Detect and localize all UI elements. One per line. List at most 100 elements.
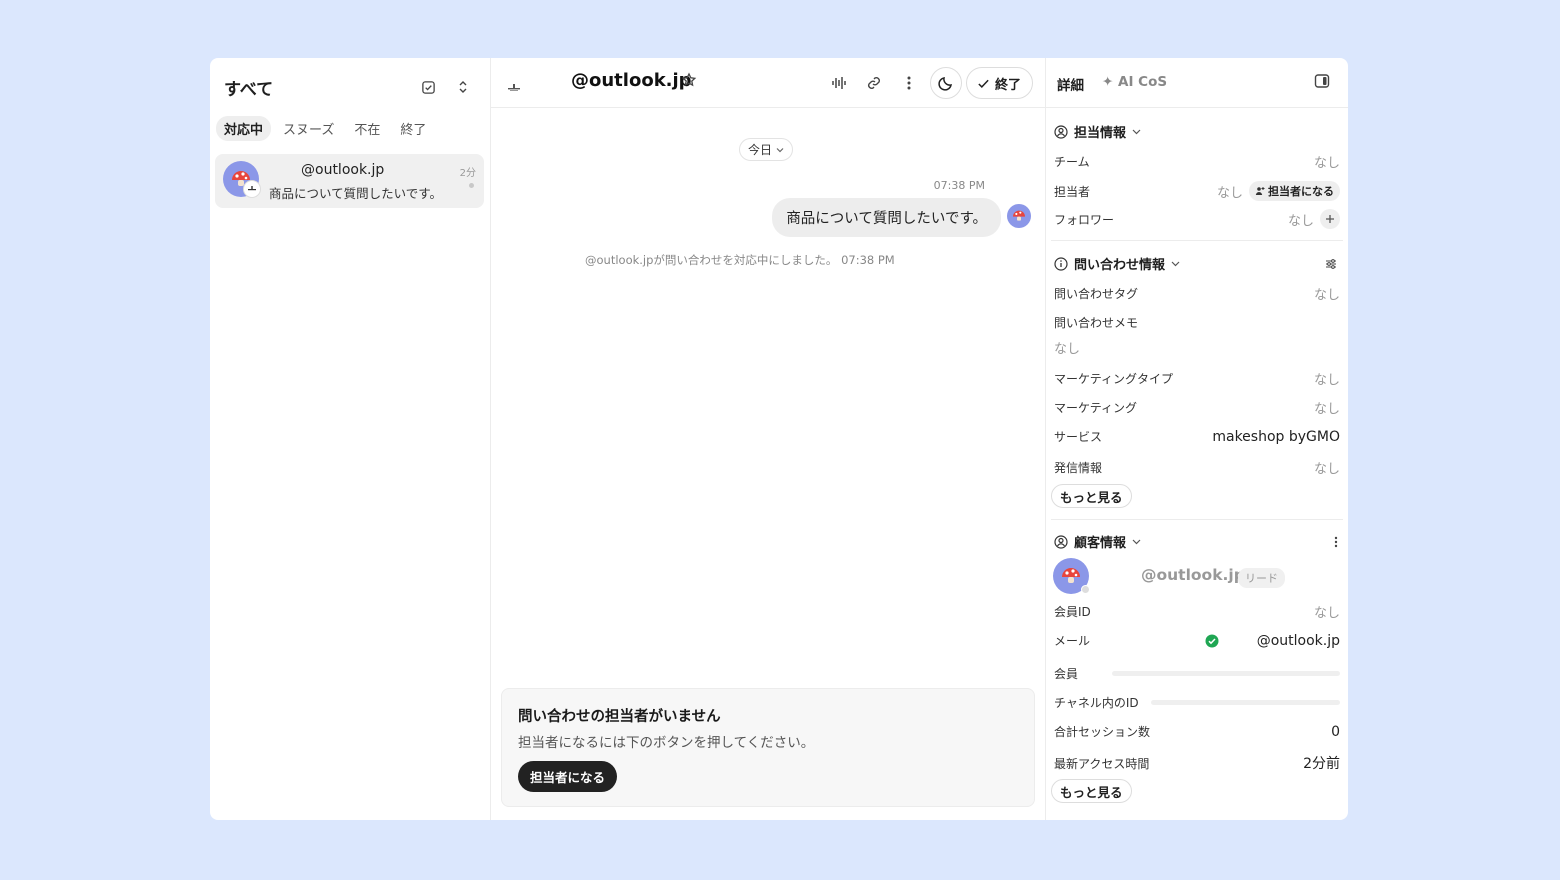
marketing-type-value[interactable]: なし <box>1314 369 1340 388</box>
become-assignee-button[interactable]: 担当者になる <box>518 761 618 792</box>
customer-name: @outlook.jp <box>1141 566 1245 584</box>
message-avatar <box>1007 204 1031 228</box>
email-value[interactable]: @outlook.jp <box>1257 633 1340 649</box>
info-circle-icon <box>1054 256 1068 271</box>
section-divider <box>1051 240 1343 241</box>
user-circle-icon <box>1054 534 1068 549</box>
service-row: サービス makeshop byGMO <box>1054 428 1340 445</box>
voice-wave-icon[interactable] <box>824 68 854 98</box>
follower-value: なし <box>1287 213 1314 229</box>
inquiry-memo-value[interactable]: なし <box>1054 338 1080 357</box>
chevron-down-icon <box>1132 539 1141 544</box>
assignee-row: 担当者 なし 担当者になる <box>1054 181 1340 201</box>
marketing-row: マーケティング なし <box>1054 398 1340 417</box>
conversation-filter-title[interactable]: すべて <box>224 75 406 100</box>
member-id-value[interactable]: なし <box>1314 602 1340 621</box>
no-assignee-notice: 問い合わせの担当者がいません 担当者になるには下のボタンを押してください。 担当… <box>501 688 1035 807</box>
marketing-type-row: マーケティングタイプ なし <box>1054 369 1340 388</box>
email-row: メール @outlook.jp <box>1054 632 1340 649</box>
add-follower-plus-icon[interactable] <box>1320 209 1340 229</box>
mushroom-icon <box>1013 210 1025 221</box>
app-window: すべて 対応中 スヌーズ 不在 終了 @outlook.jp 2分 商品について… <box>210 58 1348 820</box>
conversation-name: @outlook.jp <box>301 162 385 178</box>
user-circle-icon <box>1054 124 1068 139</box>
close-button-label: 終了 <box>994 77 1021 93</box>
sort-chevrons-icon[interactable] <box>450 74 476 100</box>
select-checkbox-icon[interactable] <box>415 74 441 100</box>
last-access-value: 2分前 <box>1303 756 1340 772</box>
check-icon <box>978 79 989 88</box>
close-conversation-button[interactable]: 終了 <box>965 67 1033 99</box>
channel-id-placeholder[interactable] <box>1151 700 1340 705</box>
team-row: チーム なし <box>1054 152 1340 171</box>
chat-header-actions: 終了 <box>819 67 1033 99</box>
side-panel-icon[interactable] <box>1314 73 1330 93</box>
tab-closed[interactable]: 終了 <box>392 116 434 141</box>
section-divider <box>1051 519 1343 520</box>
chat-header: @outlook.jp 終了 <box>491 58 1045 108</box>
channel-badge-icon <box>243 180 261 198</box>
tab-snooze[interactable]: スヌーズ <box>275 116 342 141</box>
conversation-time: 2分 <box>459 168 476 179</box>
lead-badge: リード <box>1238 568 1285 588</box>
conversation-list-panel: すべて 対応中 スヌーズ 不在 終了 @outlook.jp 2分 商品について… <box>210 58 491 820</box>
marketing-value[interactable]: なし <box>1314 398 1340 417</box>
conversation-list-header: すべて <box>210 58 490 116</box>
notice-title: 問い合わせの担当者がいません <box>518 709 721 725</box>
link-icon[interactable] <box>859 68 889 98</box>
more-vertical-icon[interactable] <box>894 68 924 98</box>
tab-details[interactable]: 詳細 <box>1057 74 1084 94</box>
snooze-moon-icon[interactable] <box>929 67 962 99</box>
channel-icon <box>508 77 520 96</box>
inquiry-section-title: 問い合わせ情報 <box>1074 258 1166 273</box>
detail-header: 詳細 ✦ AI CoS <box>1046 58 1348 108</box>
customer-section-title: 顧客情報 <box>1074 536 1127 551</box>
more-vertical-icon <box>1334 536 1338 547</box>
online-status-dot <box>1081 585 1090 594</box>
detail-panel: 詳細 ✦ AI CoS 担当情報 チーム なし 担当者 なし 担当者になる フォ… <box>1046 58 1348 820</box>
assign-section-title: 担当情報 <box>1074 126 1127 141</box>
inquiry-tag-value[interactable]: なし <box>1314 284 1340 303</box>
last-access-row: 最新アクセス時間 2分前 <box>1054 753 1340 773</box>
service-value[interactable]: makeshop byGMO <box>1212 429 1340 445</box>
member-value-placeholder[interactable] <box>1112 671 1340 676</box>
inquiry-section-header[interactable]: 問い合わせ情報 <box>1054 254 1340 273</box>
unread-dot <box>469 183 474 188</box>
star-icon[interactable] <box>681 72 697 92</box>
date-filter-pill[interactable]: 今日 <box>739 138 794 161</box>
team-value[interactable]: なし <box>1314 152 1340 171</box>
user-plus-icon <box>1255 187 1265 195</box>
total-sessions-row: 合計セッション数 0 <box>1054 723 1340 740</box>
chat-title: @outlook.jp <box>571 70 692 91</box>
chevron-down-icon <box>1171 261 1180 266</box>
date-pill-label: 今日 <box>748 143 773 157</box>
follower-row: フォロワー なし <box>1054 209 1340 229</box>
assign-section-header[interactable]: 担当情報 <box>1054 122 1340 141</box>
member-id-row: 会員ID なし <box>1054 602 1340 621</box>
total-sessions-value: 0 <box>1331 723 1340 740</box>
become-assignee-chip[interactable]: 担当者になる <box>1249 181 1340 201</box>
source-value[interactable]: なし <box>1314 458 1340 477</box>
status-tabs: 対応中 スヌーズ 不在 終了 <box>210 115 490 141</box>
conversation-preview: 商品について質問したいです。 <box>269 186 443 201</box>
customer-section-header[interactable]: 顧客情報 <box>1054 532 1340 551</box>
conversation-item[interactable]: @outlook.jp 2分 商品について質問したいです。 <box>215 154 484 208</box>
customer-more-button[interactable]: もっと見る <box>1051 779 1132 803</box>
settings-sliders-icon <box>1326 258 1336 269</box>
message-bubble: 商品について質問したいです。 <box>772 198 1001 237</box>
chevron-down-icon <box>776 147 784 152</box>
verified-check-icon <box>1205 634 1219 647</box>
chat-panel: @outlook.jp 終了 今日 07:38 PM 商品について質問したいです… <box>491 58 1046 820</box>
inquiry-memo-value-row: なし <box>1054 338 1340 357</box>
inquiry-tag-row: 問い合わせタグ なし <box>1054 284 1340 303</box>
notice-description: 担当者になるには下のボタンを押してください。 <box>518 735 815 751</box>
tab-absent[interactable]: 不在 <box>346 116 388 141</box>
assignee-value[interactable]: なし <box>1217 182 1243 201</box>
message-timestamp: 07:38 PM <box>933 179 985 192</box>
inquiry-more-button[interactable]: もっと見る <box>1051 484 1132 508</box>
system-message: @outlook.jpが問い合わせを対応中にしました。 07:38 PM <box>585 253 895 267</box>
tab-ai-cos[interactable]: ✦ AI CoS <box>1102 74 1167 90</box>
source-row: 発信情報 なし <box>1054 458 1340 477</box>
tab-open[interactable]: 対応中 <box>216 115 272 141</box>
inquiry-memo-row: 問い合わせメモ <box>1054 316 1139 330</box>
